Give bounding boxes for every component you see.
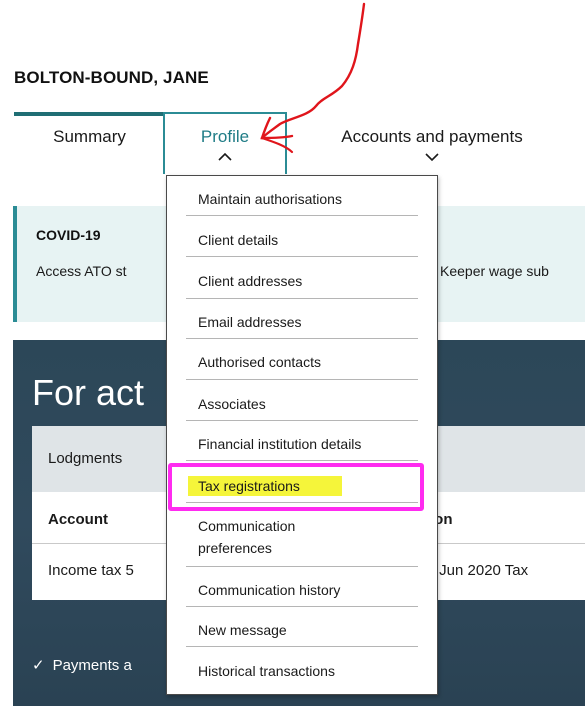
red-arrow-annotation <box>260 2 366 154</box>
